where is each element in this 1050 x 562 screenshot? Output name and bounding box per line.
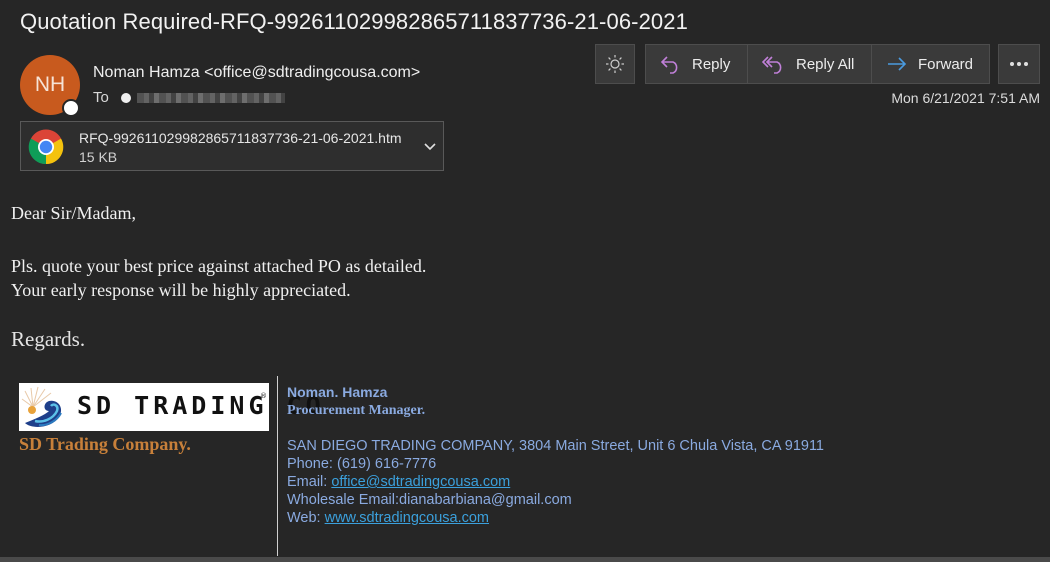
ellipsis-icon bbox=[1010, 62, 1028, 66]
signature-name: Noman. Hamza bbox=[287, 384, 388, 400]
reply-actions-group: Reply Reply All Forward bbox=[645, 44, 990, 84]
reply-button[interactable]: Reply bbox=[646, 45, 748, 83]
greeting: Dear Sir/Madam, bbox=[11, 203, 136, 223]
reply-all-icon bbox=[762, 56, 782, 74]
wave-sun-logo-icon bbox=[21, 386, 62, 427]
signature-title: Procurement Manager. bbox=[287, 403, 426, 418]
signature-email-line: Email: office@sdtradingcousa.com bbox=[287, 474, 510, 490]
avatar-initials: NH bbox=[34, 73, 66, 96]
signature-email-link[interactable]: office@sdtradingcousa.com bbox=[331, 474, 510, 490]
chrome-icon bbox=[28, 129, 64, 165]
body-line-1: Pls. quote your best price against attac… bbox=[11, 256, 427, 276]
reply-all-label: Reply All bbox=[796, 55, 855, 73]
forward-arrow-icon bbox=[888, 57, 907, 71]
attachment-card[interactable]: RFQ-992611029982865711837736-21-06-2021.… bbox=[20, 121, 444, 171]
sender-name[interactable]: Noman Hamza <office@sdtradingcousa.com> bbox=[93, 64, 420, 82]
web-label: Web: bbox=[287, 510, 325, 526]
reply-label: Reply bbox=[692, 55, 731, 73]
recipient-presence-icon bbox=[120, 92, 131, 103]
email-label: Email: bbox=[287, 474, 332, 490]
signature-address: SAN DIEGO TRADING COMPANY, 3804 Main Str… bbox=[287, 438, 824, 454]
reply-icon bbox=[660, 56, 678, 74]
company-logo: SD TRADING CO ® bbox=[19, 383, 321, 431]
signature-divider bbox=[277, 376, 278, 556]
theme-toggle-button[interactable] bbox=[595, 44, 635, 84]
attachment-size: 15 KB bbox=[79, 149, 118, 165]
message-body: Pls. quote your best price against attac… bbox=[11, 254, 426, 302]
closing: Regards. bbox=[11, 327, 86, 351]
company-name: SD Trading Company. bbox=[19, 434, 191, 454]
to-label: To bbox=[93, 89, 109, 106]
attachment-filename: RFQ-992611029982865711837736-21-06-2021.… bbox=[79, 130, 402, 146]
forward-button[interactable]: Forward bbox=[872, 45, 989, 83]
signature-wholesale-email: Wholesale Email:dianabarbiana@gmail.com bbox=[287, 492, 572, 508]
presence-status-icon bbox=[62, 99, 80, 117]
recipient-redacted[interactable] bbox=[136, 92, 285, 103]
horizontal-scrollbar[interactable] bbox=[0, 557, 1050, 562]
forward-label: Forward bbox=[918, 55, 974, 73]
more-actions-button[interactable] bbox=[998, 44, 1040, 84]
to-line: To bbox=[93, 89, 285, 106]
sun-icon bbox=[606, 55, 624, 73]
reply-all-button[interactable]: Reply All bbox=[748, 45, 872, 83]
signature-phone: Phone: (619) 616-7776 bbox=[287, 456, 437, 472]
signature-web-line: Web: www.sdtradingcousa.com bbox=[287, 510, 489, 526]
body-line-2: Your early response will be highly appre… bbox=[11, 280, 351, 300]
signature-web-link[interactable]: www.sdtradingcousa.com bbox=[325, 510, 489, 526]
email-subject: Quotation Required-RFQ-99261102998286571… bbox=[20, 9, 688, 34]
chevron-down-icon[interactable] bbox=[423, 139, 437, 153]
email-date: Mon 6/21/2021 7:51 AM bbox=[891, 90, 1040, 106]
registered-mark: ® bbox=[260, 392, 267, 400]
